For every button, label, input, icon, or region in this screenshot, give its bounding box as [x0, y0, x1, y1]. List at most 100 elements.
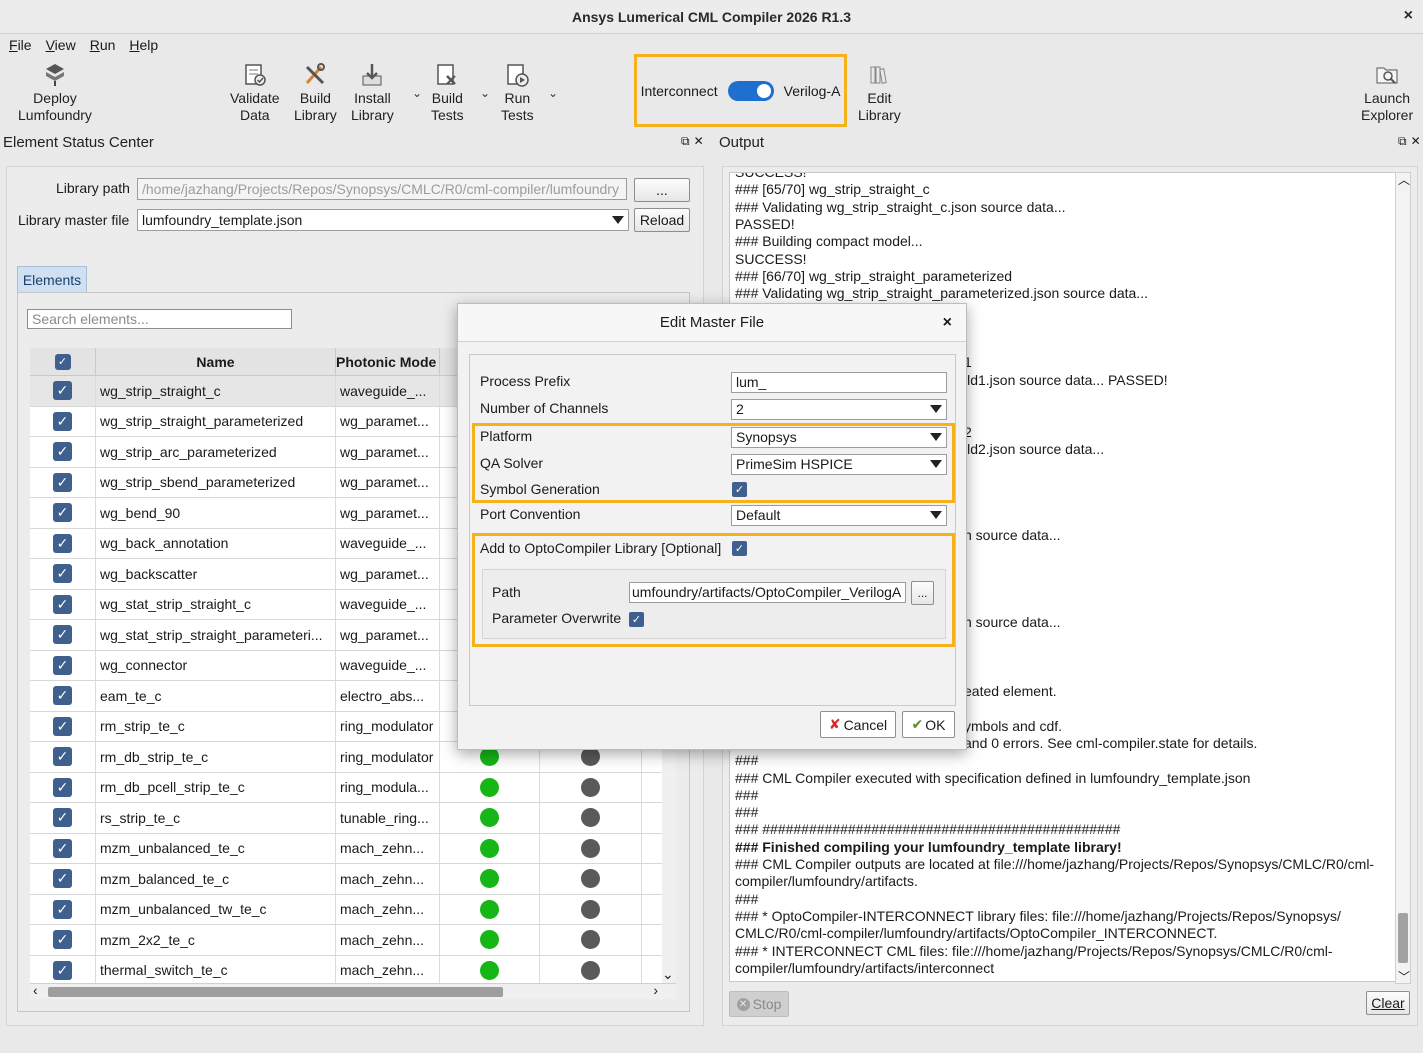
table-row[interactable]: ✓ rs_strip_te_c tunable_ring...: [30, 803, 662, 834]
path-label: Path: [492, 584, 521, 600]
output-float-icon[interactable]: ⧉: [1398, 134, 1407, 149]
symbol-generation-checkbox[interactable]: ✓: [732, 482, 747, 497]
menu-file[interactable]: File: [2, 37, 39, 53]
install-library-button[interactable]: Install Library: [351, 62, 394, 124]
deploy-lumfoundry-button[interactable]: Deploy Lumfoundry: [18, 62, 92, 124]
row-checkbox[interactable]: ✓: [53, 716, 72, 736]
row-checkbox[interactable]: ✓: [53, 533, 72, 553]
table-row[interactable]: ✓ rm_db_pcell_strip_te_c ring_modula...: [30, 772, 662, 803]
output-vertical-scrollbar[interactable]: ︿ ﹀: [1395, 172, 1411, 984]
library-path-browse-button[interactable]: ...: [634, 178, 690, 202]
output-scroll-down-icon[interactable]: ﹀: [1398, 968, 1410, 985]
build-tests-dropdown-chevron-icon[interactable]: ⌄: [480, 86, 490, 100]
opto-path-input[interactable]: umfoundry/artifacts/OptoCompiler_Verilog…: [629, 582, 906, 603]
parameter-overwrite-checkbox[interactable]: ✓: [629, 612, 644, 627]
validate-data-button[interactable]: Validate Data: [230, 62, 280, 124]
check-all-checkbox[interactable]: ✓: [54, 353, 71, 370]
table-row[interactable]: ✓ mzm_2x2_te_c mach_zehn...: [30, 925, 662, 956]
process-prefix-input[interactable]: lum_: [731, 372, 947, 393]
channels-select[interactable]: 2: [731, 399, 947, 420]
row-checkbox-cell: ✓: [30, 925, 96, 955]
menu-help[interactable]: Help: [122, 37, 165, 53]
row-checkbox[interactable]: ✓: [53, 747, 72, 767]
panel-close-icon[interactable]: ✕: [694, 134, 704, 149]
row-checkbox[interactable]: ✓: [53, 503, 72, 523]
stop-button[interactable]: ✕ Stop: [729, 991, 789, 1017]
row-checkbox[interactable]: ✓: [53, 899, 72, 919]
search-elements-input[interactable]: Search elements...: [27, 309, 292, 329]
row-checkbox[interactable]: ✓: [53, 960, 72, 980]
status-green-dot: [480, 930, 499, 950]
row-checkbox-cell: ✓: [30, 620, 96, 650]
row-checkbox-cell: ✓: [30, 681, 96, 711]
clear-button[interactable]: Clear: [1366, 991, 1410, 1015]
build-tests-button[interactable]: Build Tests: [431, 62, 464, 124]
row-checkbox[interactable]: ✓: [53, 655, 72, 675]
menu-view[interactable]: View: [39, 37, 83, 53]
window-close-icon[interactable]: ×: [1404, 7, 1413, 25]
master-file-select[interactable]: lumfoundry_template.json: [137, 209, 629, 231]
target-toggle-switch[interactable]: [727, 80, 774, 101]
table-row[interactable]: ✓ thermal_switch_te_c mach_zehn...: [30, 955, 662, 983]
output-line: ### CML Compiler outputs are located at …: [735, 856, 1375, 872]
row-name: mzm_unbalanced_te_c: [96, 833, 336, 863]
run-tests-button[interactable]: Run Tests: [501, 62, 534, 124]
library-path-field[interactable]: /home/jazhang/Projects/Repos/Synopsys/CM…: [137, 178, 627, 200]
header-check-all[interactable]: ✓: [30, 348, 96, 376]
header-photonic-model[interactable]: Photonic Mode: [336, 348, 440, 376]
row-checkbox[interactable]: ✓: [53, 930, 72, 950]
row-checkbox[interactable]: ✓: [53, 564, 72, 584]
port-convention-select[interactable]: Default: [731, 505, 947, 526]
output-line: ild2.json source data...: [964, 440, 1105, 457]
row-photonic-model: waveguide_...: [336, 589, 440, 619]
table-row[interactable]: ✓ mzm_balanced_te_c mach_zehn...: [30, 864, 662, 895]
ok-button[interactable]: ✔ OK: [902, 711, 955, 738]
row-checkbox[interactable]: ✓: [53, 411, 72, 431]
menu-view-mnemonic: V: [45, 37, 55, 53]
row-checkbox[interactable]: ✓: [53, 808, 72, 828]
row-checkbox[interactable]: ✓: [53, 686, 72, 706]
cancel-button[interactable]: ✘ Cancel: [820, 711, 896, 738]
reload-button[interactable]: Reload: [634, 208, 690, 232]
menu-help-mnemonic: H: [129, 37, 140, 53]
launch-explorer-button[interactable]: Launch Explorer: [1361, 62, 1413, 124]
row-checkbox[interactable]: ✓: [53, 594, 72, 614]
opto-library-checkbox[interactable]: ✓: [732, 541, 747, 556]
toggle-knob: [756, 83, 771, 98]
float-icon[interactable]: ⧉: [681, 134, 690, 149]
qa-solver-select[interactable]: PrimeSim HSPICE: [731, 454, 947, 475]
row-checkbox[interactable]: ✓: [53, 625, 72, 645]
output-close-icon[interactable]: ✕: [1411, 134, 1421, 149]
row-checkbox[interactable]: ✓: [53, 777, 72, 797]
output-scroll-thumb[interactable]: [1398, 913, 1408, 963]
run-tests-dropdown-chevron-icon[interactable]: ⌄: [548, 86, 558, 100]
install-dropdown-chevron-icon[interactable]: ⌄: [412, 86, 422, 100]
table-row[interactable]: ✓ mzm_unbalanced_tw_te_c mach_zehn...: [30, 894, 662, 925]
scroll-down-icon[interactable]: ⌄: [662, 966, 674, 983]
status-grey-dot: [581, 838, 600, 858]
install-label-2: Library: [351, 107, 394, 123]
opto-path-browse-button[interactable]: ...: [911, 581, 934, 605]
edit-library-button[interactable]: Edit Library: [858, 62, 901, 124]
table-row[interactable]: ✓ mzm_unbalanced_te_c mach_zehn...: [30, 833, 662, 864]
elements-horizontal-scrollbar[interactable]: ‹ ›: [30, 982, 676, 999]
scroll-left-icon[interactable]: ‹: [33, 982, 38, 998]
row-checkbox[interactable]: ✓: [53, 869, 72, 889]
row-checkbox[interactable]: ✓: [53, 381, 72, 401]
row-checkbox[interactable]: ✓: [53, 838, 72, 858]
explorer-icon: [1376, 67, 1398, 84]
row-name: wg_backscatter: [96, 559, 336, 589]
scroll-right-icon[interactable]: ›: [653, 982, 658, 998]
output-scroll-up-icon[interactable]: ︿: [1398, 171, 1410, 188]
build-library-button[interactable]: Build Library: [294, 62, 337, 124]
chevron-down-icon: [930, 460, 942, 468]
platform-select[interactable]: Synopsys: [731, 427, 947, 448]
dialog-close-icon[interactable]: ×: [943, 314, 952, 332]
row-checkbox[interactable]: ✓: [53, 442, 72, 462]
header-name[interactable]: Name: [96, 348, 336, 376]
row-checkbox[interactable]: ✓: [53, 472, 72, 492]
menu-run[interactable]: Run: [83, 37, 123, 53]
master-file-label: Library master file: [18, 212, 130, 228]
horizontal-scroll-thumb[interactable]: [48, 987, 503, 997]
tab-elements[interactable]: Elements: [17, 266, 87, 293]
